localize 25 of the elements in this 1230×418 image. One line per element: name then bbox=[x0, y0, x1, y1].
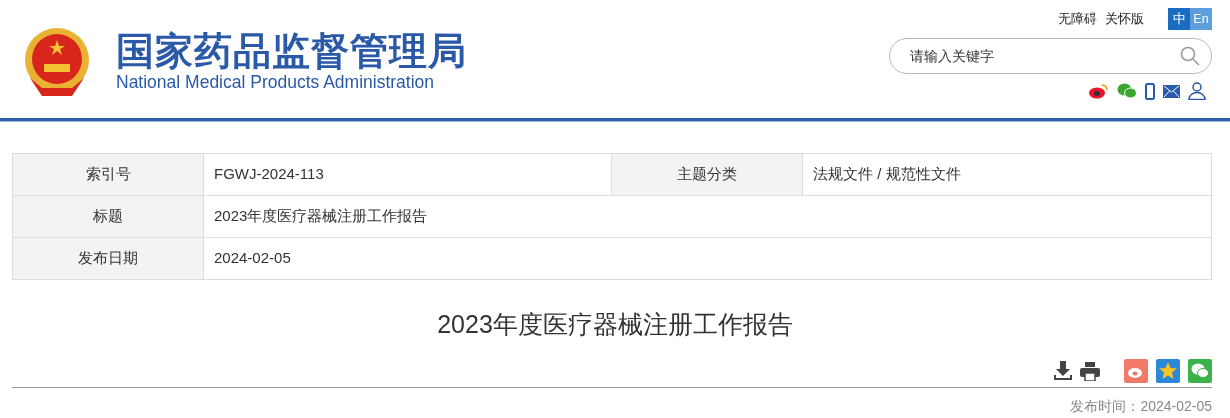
field-value: 法规文件 / 规范性文件 bbox=[802, 153, 1212, 196]
field-value: 2023年度医疗器械注册工作报告 bbox=[203, 195, 1212, 238]
wechat-icon[interactable] bbox=[1117, 83, 1137, 99]
download-icon[interactable] bbox=[1054, 361, 1072, 381]
print-icon[interactable] bbox=[1080, 361, 1100, 381]
user-icon[interactable] bbox=[1188, 82, 1206, 100]
mail-icon[interactable] bbox=[1163, 84, 1180, 98]
field-label: 索引号 bbox=[12, 153, 204, 196]
field-label: 标题 bbox=[12, 195, 204, 238]
wechat-share-icon[interactable] bbox=[1188, 359, 1212, 383]
site-title: 国家药品监督管理局 bbox=[116, 30, 467, 73]
language-tab[interactable]: 中 bbox=[1168, 8, 1190, 30]
phone-icon[interactable] bbox=[1145, 82, 1155, 100]
field-value: 2024-02-05 bbox=[203, 237, 1212, 280]
publish-time: 发布时间：2024-02-05 bbox=[1070, 397, 1212, 414]
field-value: FGWJ-2024-113 bbox=[203, 153, 612, 196]
search-field[interactable]: 请输入关键字 bbox=[889, 38, 1212, 74]
article-title: 2023年度医疗器械注册工作报告 bbox=[436, 309, 794, 340]
emblem-logo bbox=[22, 26, 92, 98]
search-icon[interactable] bbox=[1180, 46, 1200, 66]
toolbar-link[interactable]: 关怀版 bbox=[1105, 9, 1144, 29]
field-label: 主题分类 bbox=[611, 153, 803, 196]
toolbar-link[interactable]: 无障碍 bbox=[1058, 9, 1097, 29]
field-label: 发布日期 bbox=[12, 237, 204, 280]
site-subtitle: National Medical Products Administration bbox=[116, 72, 436, 94]
